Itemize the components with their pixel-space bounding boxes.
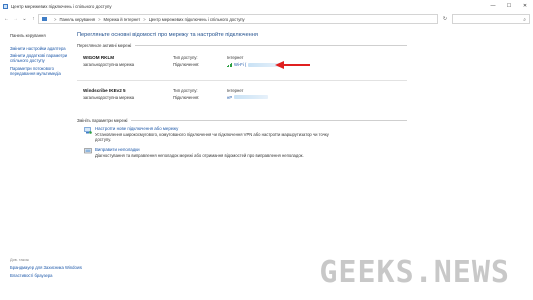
see-also-section: Див. також Брандмауер для Захисника Wind… xyxy=(10,258,100,281)
connection-label: Підключення: xyxy=(173,62,200,67)
connection-value: Wi-Fi ( xyxy=(234,62,247,67)
network-entry: WIGOM RKLM загальнодоступна мережа Тип д… xyxy=(77,48,407,80)
title-bar: Центр мережевих підключень і спільного д… xyxy=(0,0,533,12)
control-panel-icon xyxy=(42,17,47,21)
red-arrow-annotation xyxy=(275,61,310,69)
task-item: Настроїти нове підключення або мережу Ус… xyxy=(77,126,407,144)
breadcrumb-control-panel[interactable]: Панель керування xyxy=(59,17,95,22)
connection-link[interactable]: нP xyxy=(227,94,269,100)
breadcrumb-separator: > xyxy=(54,16,57,22)
page-title: Перегляньте основні відомості про мережу… xyxy=(77,32,258,38)
change-settings-header: Змініть параметри мережі xyxy=(77,118,407,123)
watermark-text: GEEKS.NEWS xyxy=(319,255,510,288)
new-connection-link[interactable]: Настроїти нове підключення або мережу xyxy=(95,126,407,131)
navigation-bar: ← → ⌄ ↑ > Панель керування > Мережа й Ін… xyxy=(0,14,533,24)
task-description: Установлення широкосмугового, комутовано… xyxy=(95,131,329,142)
maximize-button[interactable]: ☐ xyxy=(501,0,517,12)
up-button[interactable]: ↑ xyxy=(29,15,38,24)
refresh-button[interactable]: ↻ xyxy=(440,14,450,24)
minimize-button[interactable]: — xyxy=(485,0,501,12)
wifi-signal-icon xyxy=(227,62,232,67)
close-button[interactable]: ✕ xyxy=(517,0,533,12)
breadcrumb-separator: > xyxy=(98,16,101,22)
window-controls: — ☐ ✕ xyxy=(485,0,533,12)
sidebar-item-sharing-settings[interactable]: Змінити додаткові параметри спільного до… xyxy=(10,53,70,63)
network-type-link[interactable]: загальнодоступна мережа xyxy=(83,95,134,100)
redacted-text xyxy=(234,95,269,99)
access-type-value: Інтернет xyxy=(227,87,244,93)
breadcrumb-network-center[interactable]: Центр мережевих підключень і спільного д… xyxy=(149,17,245,22)
network-name: Windscribe IKEv2 5 xyxy=(83,87,126,93)
window-title: Центр мережевих підключень і спільного д… xyxy=(11,3,112,9)
divider xyxy=(131,119,407,121)
breadcrumb-network-internet[interactable]: Мережа й Інтернет xyxy=(104,17,141,22)
search-input[interactable]: ⌕ xyxy=(452,14,530,24)
recent-locations-button[interactable]: ⌄ xyxy=(20,15,29,24)
network-name: WIGOM RKLM xyxy=(83,55,115,60)
main-content: Перегляньте основні відомості про мережу… xyxy=(77,32,407,165)
access-type-label: Тип доступу: xyxy=(173,87,198,93)
sidebar: Панель керування Змінити настройки адапт… xyxy=(10,33,70,78)
forward-button[interactable]: → xyxy=(11,15,20,24)
address-bar[interactable]: > Панель керування > Мережа й Інтернет >… xyxy=(38,14,438,24)
access-type-value: Інтернет xyxy=(227,55,244,60)
task-item: Виправити неполадки Діагностування та ви… xyxy=(77,147,407,165)
network-center-icon xyxy=(3,3,8,9)
divider xyxy=(135,45,407,46)
network-entry: Windscribe IKEv2 5 загальнодоступна мере… xyxy=(77,81,407,113)
back-button[interactable]: ← xyxy=(2,15,11,24)
breadcrumb-separator: > xyxy=(143,16,146,22)
connection-value: нP xyxy=(227,94,233,100)
see-also-internet-options-link[interactable]: Властивості браузера xyxy=(10,273,100,278)
connection-label: Підключення: xyxy=(173,94,200,100)
see-also-header: Див. також xyxy=(10,258,29,262)
search-icon: ⌕ xyxy=(523,16,526,23)
sidebar-home-link[interactable]: Панель керування xyxy=(10,33,70,38)
new-connection-icon xyxy=(84,126,92,134)
sidebar-item-adapter-settings[interactable]: Змінити настройки адаптера xyxy=(10,46,70,51)
network-type-link[interactable]: загальнодоступна мережа xyxy=(83,62,134,67)
sidebar-item-media-streaming[interactable]: Параметри потокового передавання мультим… xyxy=(10,66,70,76)
task-description: Діагностування та виправлення неполадок … xyxy=(95,152,304,158)
troubleshoot-icon xyxy=(84,147,92,153)
watermark-logo: GEEKS.NEWS xyxy=(319,255,510,288)
troubleshoot-link[interactable]: Виправити неполадки xyxy=(95,147,407,152)
access-type-label: Тип доступу: xyxy=(173,55,198,60)
see-also-firewall-link[interactable]: Брандмауер для Захисника Windows xyxy=(10,265,100,270)
change-settings-label: Змініть параметри мережі xyxy=(77,117,128,123)
